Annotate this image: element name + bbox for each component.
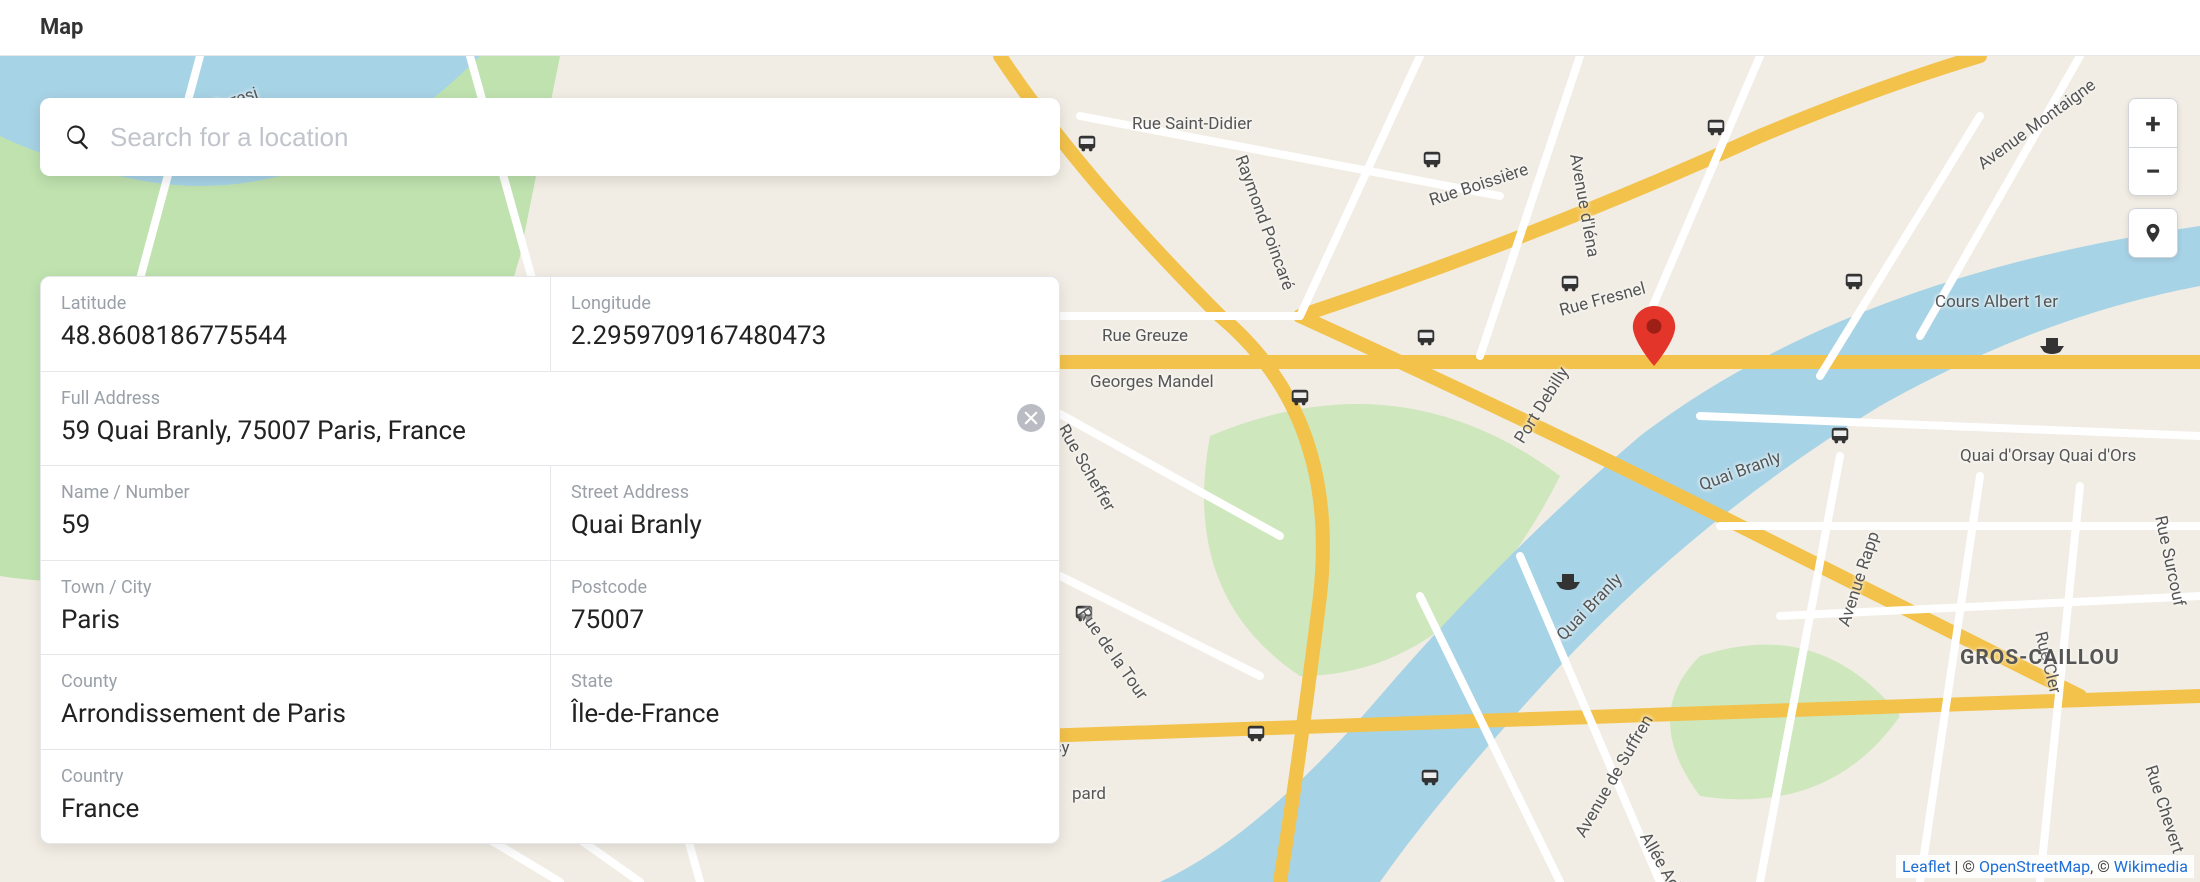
name-number-value: 59: [61, 509, 530, 542]
country-label: Country: [61, 766, 1039, 787]
full-address-field: Full Address 59 Quai Branly, 75007 Paris…: [41, 372, 1059, 466]
osm-link[interactable]: OpenStreetMap: [1979, 857, 2090, 876]
search-input[interactable]: [110, 122, 1036, 153]
town-city-field: Town / City Paris: [41, 561, 550, 655]
location-card: Latitude 48.8608186775544 Longitude 2.29…: [40, 276, 1060, 844]
street-address-field: Street Address Quai Branly: [550, 466, 1059, 560]
zoom-group: + −: [2128, 98, 2178, 196]
latitude-field: Latitude 48.8608186775544: [41, 277, 550, 371]
longitude-value: 2.2959709167480473: [571, 320, 1039, 353]
locate-button[interactable]: [2129, 209, 2177, 257]
longitude-field: Longitude 2.2959709167480473: [550, 277, 1059, 371]
clear-address-button[interactable]: [1017, 404, 1045, 432]
country-field: Country France: [41, 750, 1059, 844]
latitude-value: 48.8608186775544: [61, 320, 530, 353]
map-attribution: Leaflet | © OpenStreetMap, © Wikimedia: [1896, 855, 2194, 878]
locate-group: [2128, 208, 2178, 258]
location-pin-icon: [2142, 222, 2164, 244]
wikimedia-link[interactable]: Wikimedia: [2114, 857, 2188, 876]
leaflet-link[interactable]: Leaflet: [1902, 857, 1951, 876]
latitude-label: Latitude: [61, 293, 530, 314]
search-icon: [64, 123, 92, 151]
postcode-value: 75007: [571, 604, 1039, 637]
county-label: County: [61, 671, 530, 692]
street-address-value: Quai Branly: [571, 509, 1039, 542]
full-address-value: 59 Quai Branly, 75007 Paris, France: [61, 415, 1039, 448]
street-address-label: Street Address: [571, 482, 1039, 503]
map-controls: + −: [2128, 98, 2178, 258]
name-number-label: Name / Number: [61, 482, 530, 503]
search-bar: [40, 98, 1060, 176]
state-value: Île-de-France: [571, 698, 1039, 731]
state-field: State Île-de-France: [550, 655, 1059, 749]
map-canvas[interactable]: Rue Saint-DidierRaymond PoincaréAvenue d…: [0, 56, 2200, 882]
town-city-value: Paris: [61, 604, 530, 637]
close-icon: [1024, 411, 1038, 425]
longitude-label: Longitude: [571, 293, 1039, 314]
town-city-label: Town / City: [61, 577, 530, 598]
zoom-in-button[interactable]: +: [2129, 99, 2177, 147]
postcode-field: Postcode 75007: [550, 561, 1059, 655]
full-address-label: Full Address: [61, 388, 1039, 409]
country-value: France: [61, 793, 1039, 826]
zoom-out-button[interactable]: −: [2129, 147, 2177, 195]
title-bar: Map: [0, 0, 2200, 56]
page-title: Map: [40, 15, 83, 40]
map-app: Map: [0, 0, 2200, 882]
state-label: State: [571, 671, 1039, 692]
county-value: Arrondissement de Paris: [61, 698, 530, 731]
postcode-label: Postcode: [571, 577, 1039, 598]
name-number-field: Name / Number 59: [41, 466, 550, 560]
county-field: County Arrondissement de Paris: [41, 655, 550, 749]
